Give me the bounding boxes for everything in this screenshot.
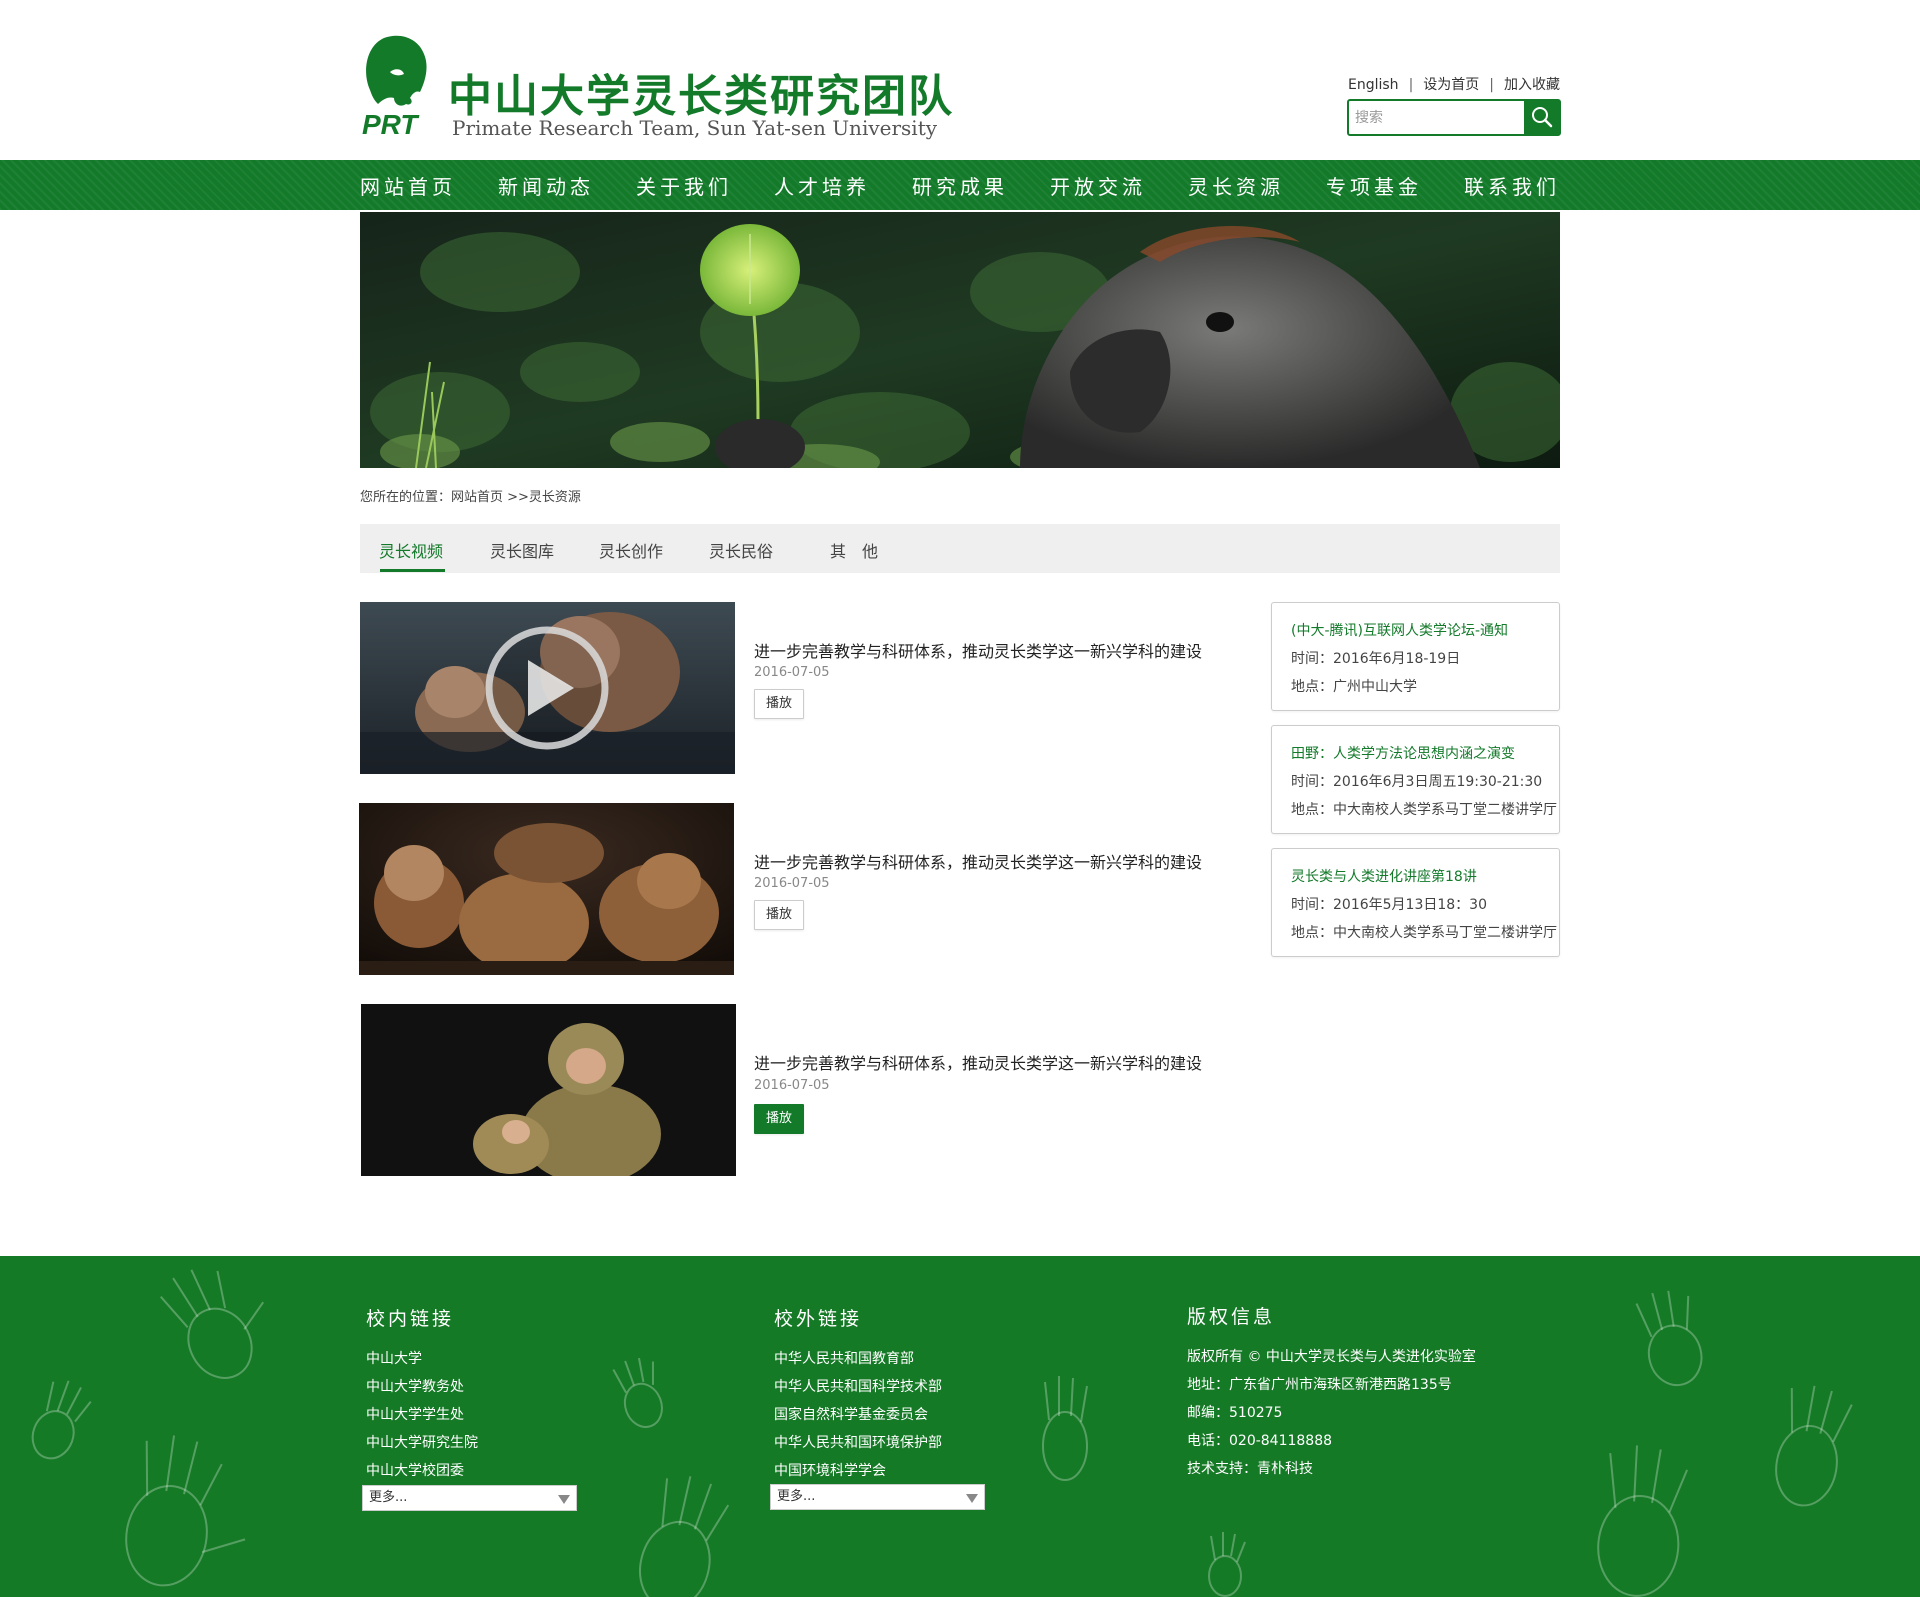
logo-mark-text: PRT xyxy=(362,109,420,140)
site-footer: 校内链接 中山大学 中山大学教务处 中山大学学生处 中山大学研究生院 中山大学校… xyxy=(0,1256,1920,1597)
tab-creation[interactable]: 灵长创作 xyxy=(599,538,663,562)
site-header: PRT 中山大学灵长类研究团队 Primate Research Team, S… xyxy=(0,0,1920,160)
play-circle-icon[interactable] xyxy=(485,626,609,750)
category-tabs: 灵长视频 灵长图库 灵长创作 灵长民俗 其 他 xyxy=(360,524,1560,573)
footer-link[interactable]: 中华人民共和国环境保护部 xyxy=(774,1429,942,1457)
video-thumbnail[interactable] xyxy=(360,602,735,774)
site-title: 中山大学灵长类研究团队 xyxy=(448,71,954,122)
active-tab-indicator xyxy=(380,569,445,572)
event-time: 时间：2016年6月18-19日 xyxy=(1291,651,1461,667)
event-title[interactable]: 田野：人类学方法论思想内涵之演变 xyxy=(1291,743,1515,763)
tab-folklore[interactable]: 灵长民俗 xyxy=(709,538,773,562)
video-date: 2016-07-05 xyxy=(754,1078,830,1093)
video-thumbnail[interactable] xyxy=(359,803,734,975)
footer-heading: 校外链接 xyxy=(774,1308,863,1330)
footer-link[interactable]: 国家自然科学基金委员会 xyxy=(774,1401,942,1429)
nav-item-training[interactable]: 人才培养 xyxy=(774,171,870,200)
search-button[interactable] xyxy=(1524,100,1560,135)
event-place: 地点：中大南校人类学系马丁堂二楼讲学厅 xyxy=(1291,925,1557,941)
event-title[interactable]: (中大-腾讯)互联网人类学论坛-通知 xyxy=(1291,620,1508,640)
search-input[interactable] xyxy=(1355,105,1515,131)
footer-link[interactable]: 中华人民共和国教育部 xyxy=(774,1345,942,1373)
select-value: 更多... xyxy=(777,1489,816,1504)
tab-gallery[interactable]: 灵长图库 xyxy=(490,538,554,562)
top-links: English | 设为首页 | 加入收藏 xyxy=(1348,74,1560,94)
external-more-select[interactable]: 更多... xyxy=(770,1484,985,1510)
dropdown-arrow-icon xyxy=(558,1495,570,1504)
tab-videos[interactable]: 灵长视频 xyxy=(379,538,443,562)
nav-item-exchange[interactable]: 开放交流 xyxy=(1050,171,1146,200)
select-value: 更多... xyxy=(369,1490,408,1505)
add-favorite-link[interactable]: 加入收藏 xyxy=(1504,77,1560,93)
breadcrumb: 您所在的位置：网站首页 >>灵长资源 xyxy=(360,490,581,505)
nav-item-fund[interactable]: 专项基金 xyxy=(1326,171,1422,200)
play-button[interactable]: 播放 xyxy=(754,900,804,930)
copyright-line: 版权所有 © 中山大学灵长类与人类进化实验室 xyxy=(1187,1349,1476,1365)
video-title[interactable]: 进一步完善教学与科研体系，推动灵长类学这一新兴学科的建设 xyxy=(754,1050,1202,1074)
tech-support-line: 技术支持：青朴科技 xyxy=(1187,1461,1313,1477)
site-logo[interactable]: PRT 中山大学灵长类研究团队 Primate Research Team, S… xyxy=(360,32,952,142)
play-button[interactable]: 播放 xyxy=(754,689,804,719)
dropdown-arrow-icon xyxy=(966,1494,978,1503)
footer-heading: 版权信息 xyxy=(1187,1306,1276,1328)
site-subtitle: Primate Research Team, Sun Yat-sen Unive… xyxy=(452,116,938,140)
video-title[interactable]: 进一步完善教学与科研体系，推动灵长类学这一新兴学科的建设 xyxy=(754,638,1202,662)
main-nav: 网站首页 新闻动态 关于我们 人才培养 研究成果 开放交流 灵长资源 专项基金 … xyxy=(0,160,1920,210)
nav-item-contact[interactable]: 联系我们 xyxy=(1464,171,1560,200)
link-separator: | xyxy=(1408,77,1414,93)
nav-item-home[interactable]: 网站首页 xyxy=(360,171,456,200)
footer-link[interactable]: 中山大学学生处 xyxy=(366,1401,478,1429)
footer-link[interactable]: 中山大学 xyxy=(366,1345,478,1373)
postcode-line: 邮编：510275 xyxy=(1187,1405,1283,1421)
footer-internal-links: 校内链接 中山大学 中山大学教务处 中山大学学生处 中山大学研究生院 中山大学校… xyxy=(366,1304,478,1485)
video-title[interactable]: 进一步完善教学与科研体系，推动灵长类学这一新兴学科的建设 xyxy=(754,849,1202,873)
footer-link[interactable]: 中山大学教务处 xyxy=(366,1373,478,1401)
event-card[interactable]: 灵长类与人类进化讲座第18讲 时间：2016年5月13日18：30 地点：中大南… xyxy=(1271,848,1560,957)
nav-item-research[interactable]: 研究成果 xyxy=(912,171,1008,200)
video-date: 2016-07-05 xyxy=(754,665,830,680)
event-time: 时间：2016年6月3日周五19:30-21:30 xyxy=(1291,774,1543,790)
event-place: 地点：中大南校人类学系马丁堂二楼讲学厅 xyxy=(1291,802,1557,818)
event-card[interactable]: 田野：人类学方法论思想内涵之演变 时间：2016年6月3日周五19:30-21:… xyxy=(1271,725,1560,834)
footer-link[interactable]: 中华人民共和国科学技术部 xyxy=(774,1373,942,1401)
footer-link[interactable]: 中山大学研究生院 xyxy=(366,1429,478,1457)
footer-heading: 校内链接 xyxy=(366,1308,455,1330)
internal-more-select[interactable]: 更多... xyxy=(362,1485,577,1511)
hand-print-decoration xyxy=(31,1269,1853,1597)
event-card[interactable]: (中大-腾讯)互联网人类学论坛-通知 时间：2016年6月18-19日 地点：广… xyxy=(1271,602,1560,711)
footer-link[interactable]: 中国环境科学学会 xyxy=(774,1457,942,1485)
footer-link[interactable]: 中山大学校团委 xyxy=(366,1457,478,1485)
set-homepage-link[interactable]: 设为首页 xyxy=(1423,77,1479,93)
link-separator: | xyxy=(1489,77,1494,93)
event-time: 时间：2016年5月13日18：30 xyxy=(1291,897,1487,913)
phone-line: 电话：020-84118888 xyxy=(1187,1433,1333,1449)
video-date: 2016-07-05 xyxy=(754,876,830,891)
footer-external-links: 校外链接 中华人民共和国教育部 中华人民共和国科学技术部 国家自然科学基金委员会… xyxy=(774,1304,942,1485)
event-title[interactable]: 灵长类与人类进化讲座第18讲 xyxy=(1291,866,1477,886)
footer-copyright: 版权信息 版权所有 © 中山大学灵长类与人类进化实验室 地址：广东省广州市海珠区… xyxy=(1187,1302,1476,1483)
tab-other[interactable]: 其 他 xyxy=(830,538,878,562)
nav-item-news[interactable]: 新闻动态 xyxy=(498,171,594,200)
english-link[interactable]: English xyxy=(1348,77,1399,93)
event-place: 地点：广州中山大学 xyxy=(1291,679,1417,695)
banner-image xyxy=(360,212,1560,468)
primate-logo-icon: PRT xyxy=(362,35,427,140)
address-line: 地址：广东省广州市海珠区新港西路135号 xyxy=(1187,1377,1452,1393)
search-box xyxy=(1347,99,1561,136)
video-thumbnail[interactable] xyxy=(361,1004,736,1176)
search-icon xyxy=(1532,107,1553,128)
nav-item-resources[interactable]: 灵长资源 xyxy=(1188,171,1284,200)
play-button[interactable]: 播放 xyxy=(754,1104,804,1134)
nav-item-about[interactable]: 关于我们 xyxy=(636,171,732,200)
